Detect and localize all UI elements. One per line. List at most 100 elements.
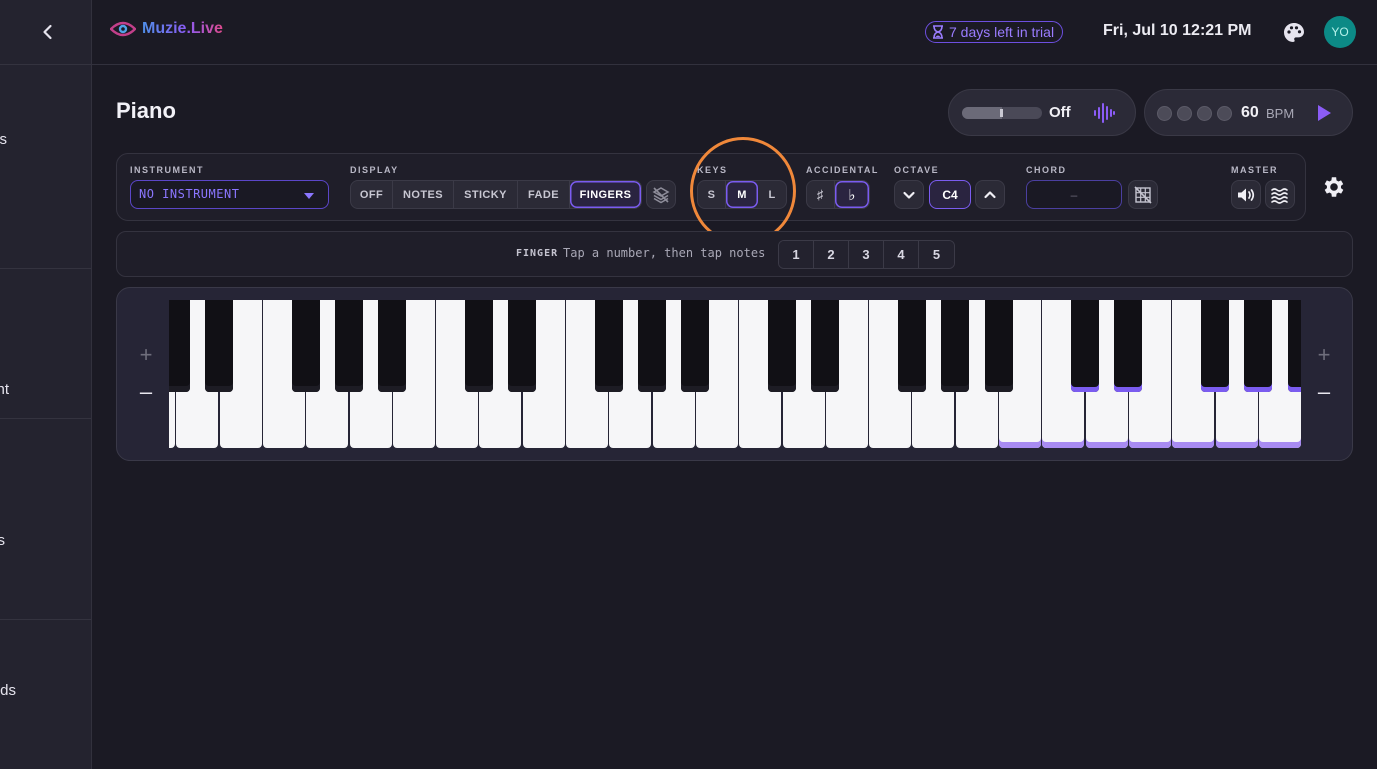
eye-logo-icon bbox=[110, 21, 136, 37]
accidental-label: ACCIDENTAL bbox=[806, 165, 879, 175]
waves-icon bbox=[1271, 187, 1288, 204]
black-key[interactable] bbox=[811, 300, 840, 392]
zoom-out-right-button[interactable]: – bbox=[1314, 381, 1334, 403]
zoom-in-right-button[interactable]: + bbox=[1314, 344, 1334, 366]
volume-slider-fill bbox=[962, 107, 1002, 119]
finger-option-2[interactable]: 2 bbox=[814, 241, 849, 268]
sidebar-item-3[interactable]: s bbox=[0, 532, 5, 549]
octave-up-button[interactable] bbox=[975, 180, 1005, 209]
volume-slider[interactable] bbox=[962, 107, 1042, 119]
black-key[interactable] bbox=[768, 300, 796, 392]
reverb-button[interactable] bbox=[1265, 180, 1295, 209]
display-label: DISPLAY bbox=[350, 165, 399, 175]
sidebar-item-2[interactable]: nt bbox=[0, 381, 9, 398]
finger-option-4[interactable]: 4 bbox=[884, 241, 919, 268]
volume-state: Off bbox=[1049, 104, 1071, 121]
metronome-control: 60 BPM bbox=[1144, 89, 1353, 136]
black-key[interactable] bbox=[464, 300, 493, 392]
piano-keyboard-panel: + – + – bbox=[116, 287, 1353, 461]
hourglass-icon bbox=[933, 25, 943, 39]
finger-option-1[interactable]: 1 bbox=[779, 241, 814, 268]
audio-wave-icon[interactable] bbox=[1092, 101, 1116, 125]
black-key[interactable] bbox=[169, 300, 190, 392]
volume-control: Off bbox=[948, 89, 1136, 136]
instrument-select[interactable]: NO INSTRUMENT bbox=[130, 180, 329, 209]
sidebar-item-4[interactable]: ds bbox=[0, 682, 16, 699]
display-option-sticky[interactable]: STICKY bbox=[454, 181, 518, 208]
brand-logo[interactable]: Muzie.Live bbox=[110, 19, 223, 39]
black-key[interactable] bbox=[205, 300, 234, 392]
black-key[interactable] bbox=[378, 300, 407, 392]
key-size-medium[interactable]: M bbox=[726, 181, 758, 208]
sidebar-divider bbox=[0, 418, 91, 419]
black-key[interactable] bbox=[681, 300, 710, 392]
palette-icon[interactable] bbox=[1282, 21, 1306, 45]
black-key[interactable] bbox=[1071, 300, 1100, 392]
beat-indicator bbox=[1177, 106, 1192, 121]
black-key[interactable] bbox=[1244, 300, 1273, 392]
play-icon[interactable] bbox=[1313, 102, 1335, 124]
display-mode-selector: OFF NOTES STICKY FADE FINGERS bbox=[350, 180, 642, 209]
settings-gear-icon[interactable] bbox=[1321, 174, 1347, 200]
chevron-up-icon bbox=[984, 190, 996, 198]
black-key[interactable] bbox=[1114, 300, 1143, 392]
black-key[interactable] bbox=[638, 300, 667, 392]
display-option-off[interactable]: OFF bbox=[351, 181, 393, 208]
black-key[interactable] bbox=[594, 300, 623, 392]
black-key[interactable] bbox=[508, 300, 537, 392]
finger-hint: Tap a number, then tap notes bbox=[563, 246, 766, 260]
instrument-label: INSTRUMENT bbox=[130, 165, 204, 175]
black-key[interactable] bbox=[335, 300, 363, 392]
grid-off-icon bbox=[1134, 185, 1152, 204]
zoom-in-left-button[interactable]: + bbox=[136, 344, 156, 366]
bpm-unit: BPM bbox=[1266, 106, 1295, 121]
accidental-sharp[interactable]: ♯ bbox=[807, 181, 835, 208]
master-volume-button[interactable] bbox=[1231, 180, 1261, 209]
finger-number-selector: 1 2 3 4 5 bbox=[778, 240, 955, 269]
instrument-value: NO INSTRUMENT bbox=[139, 187, 240, 201]
bpm-value[interactable]: 60 bbox=[1241, 104, 1259, 122]
black-key[interactable] bbox=[984, 300, 1013, 392]
key-size-small[interactable]: S bbox=[698, 181, 726, 208]
key-size-large[interactable]: L bbox=[758, 181, 786, 208]
accidental-flat[interactable]: ♭ bbox=[835, 181, 869, 208]
accidental-selector: ♯ ♭ bbox=[806, 180, 870, 209]
layers-off-button[interactable] bbox=[646, 180, 676, 209]
octave-down-button[interactable] bbox=[894, 180, 924, 209]
black-key[interactable] bbox=[941, 300, 970, 392]
finger-option-3[interactable]: 3 bbox=[849, 241, 884, 268]
piano-keys[interactable] bbox=[169, 300, 1301, 449]
key-size-selector: S M L bbox=[697, 180, 787, 209]
page-title: Piano bbox=[116, 98, 176, 123]
sidebar-divider bbox=[0, 619, 91, 620]
layers-off-icon bbox=[652, 186, 670, 203]
chord-input[interactable]: – bbox=[1026, 180, 1122, 209]
finger-option-5[interactable]: 5 bbox=[919, 241, 954, 268]
keys-label: KEYS bbox=[697, 165, 728, 175]
top-header: Muzie.Live 7 days left in trial Fri, Jul… bbox=[92, 0, 1377, 65]
master-label: MASTER bbox=[1231, 165, 1278, 175]
display-option-fingers[interactable]: FINGERS bbox=[570, 181, 641, 208]
black-key[interactable] bbox=[897, 300, 926, 392]
black-key[interactable] bbox=[1287, 300, 1301, 392]
beat-indicator bbox=[1157, 106, 1172, 121]
trial-badge[interactable]: 7 days left in trial bbox=[925, 21, 1064, 43]
sidebar: s nt s ds bbox=[0, 0, 92, 769]
display-option-notes[interactable]: NOTES bbox=[393, 181, 454, 208]
chevron-left-icon[interactable] bbox=[36, 20, 60, 44]
finger-selector-bar: FINGER Tap a number, then tap notes 1 2 … bbox=[116, 231, 1353, 277]
user-avatar[interactable]: YO bbox=[1324, 16, 1356, 48]
chevron-down-icon bbox=[903, 191, 915, 199]
sidebar-item-1[interactable]: s bbox=[0, 131, 7, 148]
beat-indicator bbox=[1197, 106, 1212, 121]
sidebar-divider bbox=[0, 64, 91, 65]
trial-text: 7 days left in trial bbox=[949, 24, 1055, 40]
beat-indicator bbox=[1217, 106, 1232, 121]
caret-down-icon bbox=[304, 193, 314, 199]
black-key[interactable] bbox=[1201, 300, 1229, 392]
display-option-fade[interactable]: FADE bbox=[518, 181, 570, 208]
volume-slider-thumb[interactable] bbox=[1000, 109, 1003, 117]
chord-grid-button[interactable] bbox=[1128, 180, 1158, 209]
zoom-out-left-button[interactable]: – bbox=[136, 381, 156, 403]
black-key[interactable] bbox=[291, 300, 320, 392]
